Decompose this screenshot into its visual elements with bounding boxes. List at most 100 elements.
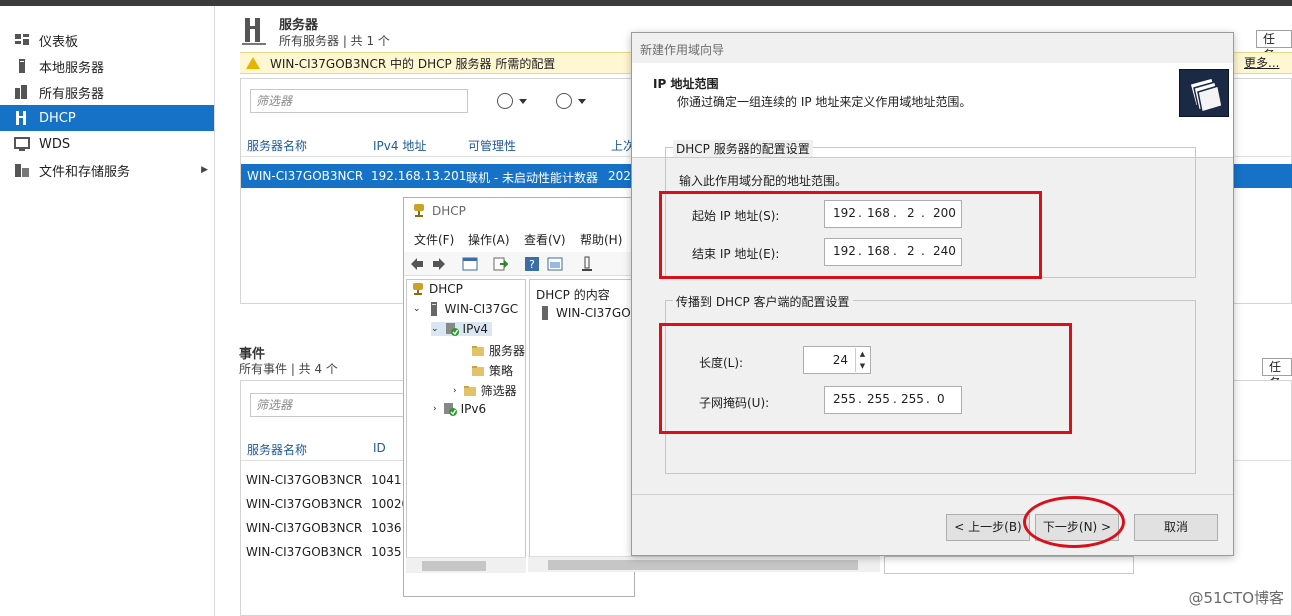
chevron-down-icon — [519, 98, 527, 104]
menu-file[interactable]: 文件(F) — [414, 231, 454, 248]
col-event-server[interactable]: 服务器名称 — [247, 441, 307, 458]
chevron-right-icon[interactable]: › — [453, 386, 457, 396]
range-hint: 输入此作用域分配的地址范围。 — [679, 174, 848, 188]
dhcp-console-window: DHCP 文件(F) 操作(A) 查看(V) 帮助(H) ? DHCP ⌄ WI… — [403, 197, 636, 597]
sidebar-item-wds[interactable]: WDS — [0, 131, 214, 157]
group-title: DHCP 服务器的配置设置 — [673, 140, 813, 157]
content-pane: DHCP 的内容 WIN-CI37GOE — [529, 279, 636, 572]
help-icon[interactable]: ? — [524, 256, 540, 272]
folder-icon — [471, 344, 485, 358]
tree-label: IPv4 — [462, 322, 489, 336]
folder-icon — [463, 384, 477, 398]
export-icon[interactable] — [492, 256, 509, 272]
wds-icon — [14, 136, 30, 152]
tree-label: DHCP — [429, 282, 463, 296]
menu-action[interactable]: 操作(A) — [468, 231, 510, 248]
tree-label: WIN-CI37GC — [444, 302, 519, 316]
toolbar: ? — [404, 252, 636, 276]
back-arrow-icon[interactable] — [409, 256, 425, 272]
wizard-footer-divider — [632, 494, 1233, 495]
wizard-folder-icon — [1179, 69, 1229, 117]
col-event-id[interactable]: ID — [373, 441, 386, 455]
chevron-down-icon[interactable]: ⌄ — [413, 304, 421, 314]
event-row-id: 1035 — [371, 545, 402, 559]
tree-node-server[interactable]: ⌄ WIN-CI37GC — [413, 302, 518, 316]
server-status-icon[interactable] — [579, 256, 595, 272]
back-button[interactable]: < 上一步(B) — [946, 514, 1030, 541]
server-icon — [14, 58, 30, 74]
sidebar-item-label: DHCP — [39, 110, 76, 126]
tree-node-server-options[interactable]: 服务器 — [471, 342, 525, 359]
sidebar-item-local-server[interactable]: 本地服务器 — [0, 53, 214, 79]
content-scrollbar[interactable] — [528, 556, 880, 572]
group-title: 传播到 DHCP 客户端的配置设置 — [673, 293, 853, 310]
tree-scrollbar[interactable] — [406, 557, 526, 573]
event-row-server[interactable]: WIN-CI37GOB3NCR — [246, 521, 362, 535]
warning-text: WIN-CI37GOB3NCR 中的 DHCP 服务器 所需的配置 — [270, 56, 556, 71]
scrollbar-thumb[interactable] — [422, 561, 486, 571]
sidebar: 仪表板 本地服务器 所有服务器 DHCP WDS 文件和存储服务 ▶ — [0, 6, 215, 616]
servers-tasks-button[interactable]: 任务 — [1256, 30, 1292, 62]
forward-arrow-icon[interactable] — [431, 256, 447, 272]
dashboard-icon — [14, 32, 30, 48]
sidebar-item-dashboard[interactable]: 仪表板 — [0, 27, 214, 53]
chevron-down-icon — [578, 98, 586, 104]
servers-icon — [14, 84, 30, 100]
col-server-name[interactable]: 服务器名称 — [247, 137, 307, 154]
chevron-right-icon[interactable]: › — [433, 404, 437, 414]
server-icon — [538, 306, 552, 320]
content-item-server[interactable]: WIN-CI37GOE — [538, 306, 635, 320]
tree-node-policies[interactable]: 策略 — [471, 362, 513, 379]
menu-help[interactable]: 帮助(H) — [580, 231, 622, 248]
events-tasks-button[interactable]: 任务 — [1262, 358, 1292, 390]
event-row-server[interactable]: WIN-CI37GOB3NCR — [246, 497, 362, 511]
row-last: 202 — [608, 169, 631, 183]
row-ipv4: 192.168.13.201 — [371, 169, 467, 183]
sidebar-item-label: 所有服务器 — [39, 86, 105, 102]
chevron-right-icon[interactable]: ▶ — [201, 165, 208, 175]
list-icon — [497, 93, 513, 109]
sidebar-item-label: 本地服务器 — [39, 60, 105, 76]
event-row-server[interactable]: WIN-CI37GOB3NCR — [246, 545, 362, 559]
tree-label: 策略 — [489, 364, 514, 378]
servers-filter-input[interactable]: 筛选器 — [250, 89, 468, 113]
tree-node-filters[interactable]: › 筛选器 — [453, 382, 517, 399]
dhcp-app-icon — [412, 203, 426, 220]
status-area — [884, 556, 1134, 574]
new-scope-wizard: 新建作用域向导 IP 地址范围 你通过确定一组连续的 IP 地址来定义作用域地址… — [631, 32, 1234, 556]
event-row-server[interactable]: WIN-CI37GOB3NCR — [246, 473, 362, 487]
content-header: DHCP 的内容 — [536, 288, 610, 302]
event-row-id: 1041 — [371, 473, 402, 487]
console-tree: DHCP ⌄ WIN-CI37GC ⌄ IPv4 服务器 策略 › 筛选器 › … — [406, 279, 526, 572]
col-manageability[interactable]: 可管理性 — [468, 137, 516, 154]
event-row-id: 1036 — [371, 521, 402, 535]
sidebar-item-label: 仪表板 — [39, 34, 79, 50]
wizard-window-title: 新建作用域向导 — [640, 43, 725, 57]
chevron-down-icon[interactable]: ⌄ — [431, 324, 439, 334]
sidebar-item-all-servers[interactable]: 所有服务器 — [0, 79, 214, 105]
menu-view[interactable]: 查看(V) — [524, 231, 566, 248]
servers-header-icon — [242, 16, 268, 46]
console-tree-icon[interactable] — [462, 256, 478, 272]
save-options-dropdown[interactable] — [556, 92, 592, 110]
sidebar-item-file-storage[interactable]: 文件和存储服务 ▶ — [0, 157, 214, 183]
ipv6-check-icon — [443, 402, 457, 416]
tree-node-ipv4[interactable]: ⌄ IPv4 — [431, 322, 493, 336]
svg-text:?: ? — [529, 258, 535, 271]
col-ipv4[interactable]: IPv4 地址 — [373, 137, 426, 154]
cancel-button[interactable]: 取消 — [1134, 514, 1218, 541]
save-icon — [556, 93, 572, 109]
scrollbar-thumb[interactable] — [548, 560, 858, 570]
server-icon — [427, 302, 441, 316]
sidebar-item-label: WDS — [39, 136, 71, 152]
tree-label: IPv6 — [460, 402, 487, 416]
dhcp-window-title: DHCP — [432, 204, 466, 218]
sidebar-item-dhcp[interactable]: DHCP — [0, 105, 214, 131]
properties-icon[interactable] — [547, 256, 563, 272]
tree-node-dhcp[interactable]: DHCP — [411, 282, 463, 296]
list-options-dropdown[interactable] — [497, 92, 533, 110]
tree-node-ipv6[interactable]: › IPv6 — [433, 402, 486, 416]
watermark: @51CTO博客 — [1188, 589, 1284, 607]
more-link[interactable]: 更多... — [1244, 54, 1279, 71]
tree-label: 服务器 — [489, 344, 526, 358]
